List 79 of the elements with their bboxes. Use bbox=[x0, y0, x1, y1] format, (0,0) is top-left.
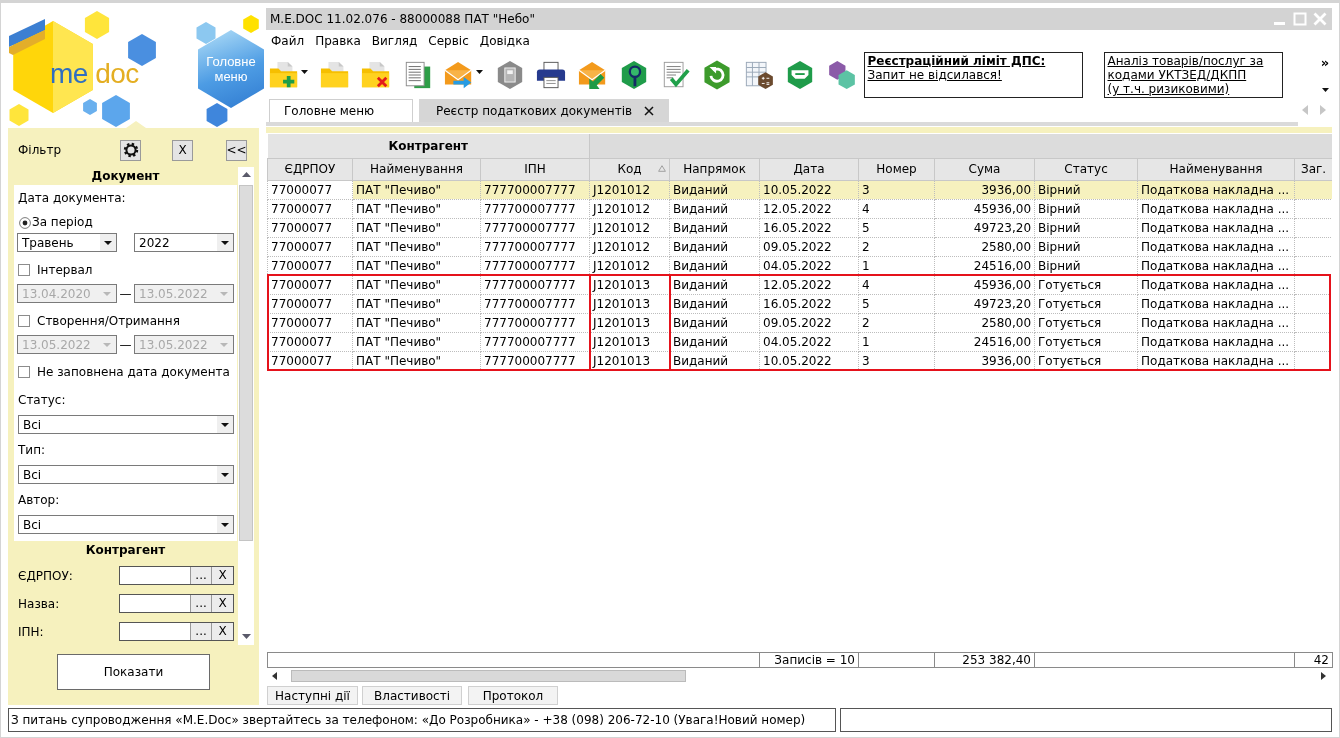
column-header[interactable]: Найменування bbox=[352, 158, 481, 180]
close-icon[interactable] bbox=[644, 106, 655, 116]
filter-title: Фільтр bbox=[18, 143, 62, 157]
field-label: Дата документа: bbox=[17, 191, 126, 206]
scrollbar-thumb[interactable] bbox=[291, 670, 686, 682]
column-header[interactable]: ЄДРПОУ bbox=[267, 158, 353, 180]
scrollbar-thumb[interactable] bbox=[239, 185, 253, 541]
table-row[interactable]: 77000077 ПАТ "Печиво" 777700007777 J1201013 Виданий 04.05.2022 1 24516,00 Готується Податкова накладна ... bbox=[267, 332, 1332, 351]
field-label: Тип: bbox=[17, 443, 46, 458]
total-cell: 42 bbox=[1294, 652, 1333, 668]
column-group-header: Контрагент bbox=[267, 134, 590, 158]
column-header[interactable]: Напрямок bbox=[669, 158, 760, 180]
total-cell: Записів = 10 bbox=[759, 652, 859, 668]
table-row[interactable]: 77000077 ПАТ "Печиво" 777700007777 J1201012 Виданий 16.05.2022 5 49723,20 Вірний Податкова накладна ... bbox=[267, 218, 1332, 237]
field-label: Автор: bbox=[17, 493, 60, 508]
range-separator: — bbox=[118, 286, 133, 301]
dropdown[interactable]: Травень bbox=[17, 233, 117, 252]
show-button[interactable]: Показати bbox=[57, 654, 210, 690]
caret-icon[interactable] bbox=[217, 516, 233, 533]
menu-item[interactable]: Правка bbox=[315, 34, 361, 48]
notice-title-link[interactable]: Реєстраційний ліміт ДПС: bbox=[867, 54, 1079, 68]
radio-label[interactable]: За період bbox=[32, 215, 93, 230]
menu-item[interactable]: Файл bbox=[271, 34, 305, 48]
caret-icon[interactable] bbox=[217, 466, 233, 483]
dropdown[interactable]: Всі bbox=[18, 465, 234, 484]
scroll-down-icon[interactable] bbox=[241, 634, 251, 639]
table-cell: 77000077 bbox=[267, 256, 353, 275]
column-header[interactable]: Найменування bbox=[1137, 158, 1295, 180]
table-cell: J1201012 bbox=[589, 256, 670, 275]
caret-icon[interactable] bbox=[217, 234, 233, 251]
dropdown[interactable]: Всі bbox=[18, 415, 234, 434]
menu-item[interactable]: Сервіс bbox=[428, 34, 469, 48]
range-separator: — bbox=[118, 337, 133, 352]
caret-icon[interactable] bbox=[301, 70, 308, 74]
menu-item[interactable]: Довідка bbox=[479, 34, 530, 48]
column-header[interactable]: Номер bbox=[858, 158, 935, 180]
scroll-up-icon[interactable] bbox=[241, 172, 251, 177]
dropdown[interactable]: 2022 bbox=[134, 233, 234, 252]
column-header[interactable]: ІПН bbox=[480, 158, 590, 180]
field-label: ІПН: bbox=[18, 624, 45, 639]
scrollbar[interactable] bbox=[238, 167, 254, 645]
logo-text: me doc bbox=[50, 59, 139, 89]
overflow-button[interactable]: » bbox=[1320, 56, 1330, 69]
field-label: Статус: bbox=[17, 393, 66, 408]
status-message: З питань супроводження «M.E.Doc» звертайтесь за телефоном: «До Розробника» - +38 (098) 206-72-10 (Увага!Новий номер) bbox=[8, 708, 836, 732]
total-cell: 253 382,40 bbox=[934, 652, 1035, 668]
table-row[interactable]: 77000077 ПАТ "Печиво" 777700007777 J1201013 Виданий 16.05.2022 5 49723,20 Готується Податкова накладна ... bbox=[267, 294, 1332, 313]
checkbox[interactable] bbox=[18, 365, 30, 378]
column-header[interactable]: Код bbox=[589, 158, 670, 180]
tab[interactable]: Протокол bbox=[468, 686, 558, 705]
caret-icon[interactable] bbox=[476, 70, 483, 74]
field-label: Назва: bbox=[18, 596, 61, 611]
notice-link[interactable]: Аналіз товарів/послуг за кодами УКТЗЕД/ДКПП (у т.ч. ризиковими) bbox=[1107, 54, 1279, 96]
column-header[interactable]: Заг. bbox=[1294, 158, 1332, 180]
table-row[interactable]: 77000077 ПАТ "Печиво" 777700007777 J1201012 Виданий 12.05.2022 4 45936,00 Вірний Податкова накладна ... bbox=[267, 199, 1332, 218]
checkbox-label[interactable]: Не заповнена дата документа bbox=[37, 364, 230, 379]
collapse-button[interactable]: << bbox=[226, 139, 247, 161]
menu-item[interactable]: Вигляд bbox=[371, 34, 418, 48]
tab[interactable]: Наступні дії bbox=[267, 686, 358, 705]
field-label: ЄДРПОУ: bbox=[18, 568, 74, 583]
dropdown[interactable]: Всі bbox=[18, 515, 234, 534]
column-header[interactable]: Сума bbox=[934, 158, 1035, 180]
tab[interactable]: Реєстр податкових документів bbox=[419, 99, 670, 122]
column-header[interactable]: Дата bbox=[759, 158, 859, 180]
scroll-left-icon[interactable] bbox=[272, 672, 277, 680]
caret-icon[interactable] bbox=[217, 416, 233, 433]
clear-button[interactable]: X bbox=[172, 139, 193, 161]
notice-link[interactable]: Запит не відсилався! bbox=[867, 68, 1079, 82]
tab[interactable]: Головне меню bbox=[269, 99, 413, 122]
sort-ascending-icon[interactable] bbox=[658, 164, 667, 172]
caret-icon[interactable] bbox=[100, 234, 116, 251]
table-row[interactable]: 77000077 ПАТ "Печиво" 777700007777 J1201012 Виданий 09.05.2022 2 2580,00 Вірний Податкова накладна ... bbox=[267, 237, 1332, 256]
table-row[interactable]: 77000077 ПАТ "Печиво" 777700007777 J1201013 Виданий 09.05.2022 2 2580,00 Готується Податкова накладна ... bbox=[267, 313, 1332, 332]
window-title: M.E.DOC 11.02.076 - 88000088 ПАТ "Небо" bbox=[270, 12, 536, 26]
caret-icon[interactable] bbox=[1321, 88, 1329, 92]
column-header[interactable]: Статус bbox=[1034, 158, 1138, 180]
tab[interactable]: Властивості bbox=[362, 686, 462, 705]
scroll-right-icon[interactable] bbox=[1321, 672, 1326, 680]
radio-button[interactable] bbox=[19, 216, 31, 229]
